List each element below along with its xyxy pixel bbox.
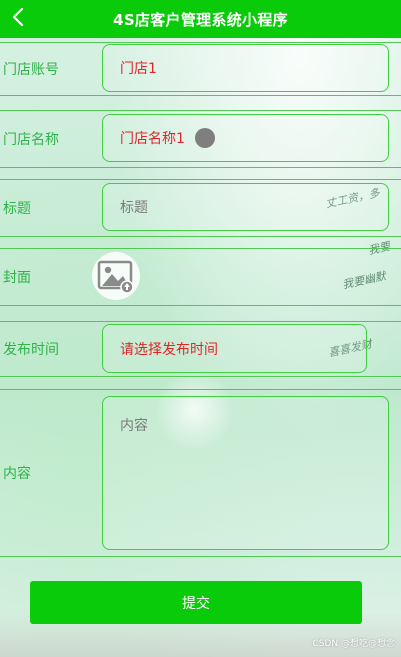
cover-upload-button[interactable]	[92, 252, 140, 300]
store-account-value: 门店1	[120, 61, 157, 77]
top-bar: 4S店客户管理系统小程序	[0, 0, 401, 38]
submit-label: 提交	[182, 595, 210, 612]
title-placeholder: 标题	[120, 200, 148, 216]
cursor-dot-icon	[194, 128, 215, 148]
publish-time-label: 发布时间	[3, 342, 59, 358]
watermark: CSDN @想吃@想念	[312, 639, 395, 649]
submit-button[interactable]: 提交	[30, 581, 362, 624]
store-name-label: 门店名称	[3, 132, 59, 148]
store-name-field[interactable]: 门店名称1	[102, 114, 389, 162]
content-textarea[interactable]: 内容	[102, 396, 389, 550]
store-account-label: 门店账号	[3, 62, 59, 78]
publish-time-picker[interactable]: 请选择发布时间	[102, 324, 367, 373]
store-name-value: 门店名称1	[120, 131, 185, 147]
title-label: 标题	[3, 201, 31, 217]
store-account-field[interactable]: 门店1	[102, 44, 389, 92]
chevron-left-icon	[12, 7, 24, 27]
publish-time-placeholder: 请选择发布时间	[120, 341, 218, 358]
image-upload-icon	[97, 260, 134, 294]
title-input[interactable]: 标题	[102, 183, 389, 231]
content-label: 内容	[3, 466, 31, 482]
cover-label: 封面	[3, 270, 31, 286]
page-title: 4S店客户管理系统小程序	[113, 10, 288, 29]
back-button[interactable]	[6, 2, 30, 32]
cover-row: 封面	[0, 248, 401, 306]
content-placeholder: 内容	[120, 418, 148, 434]
